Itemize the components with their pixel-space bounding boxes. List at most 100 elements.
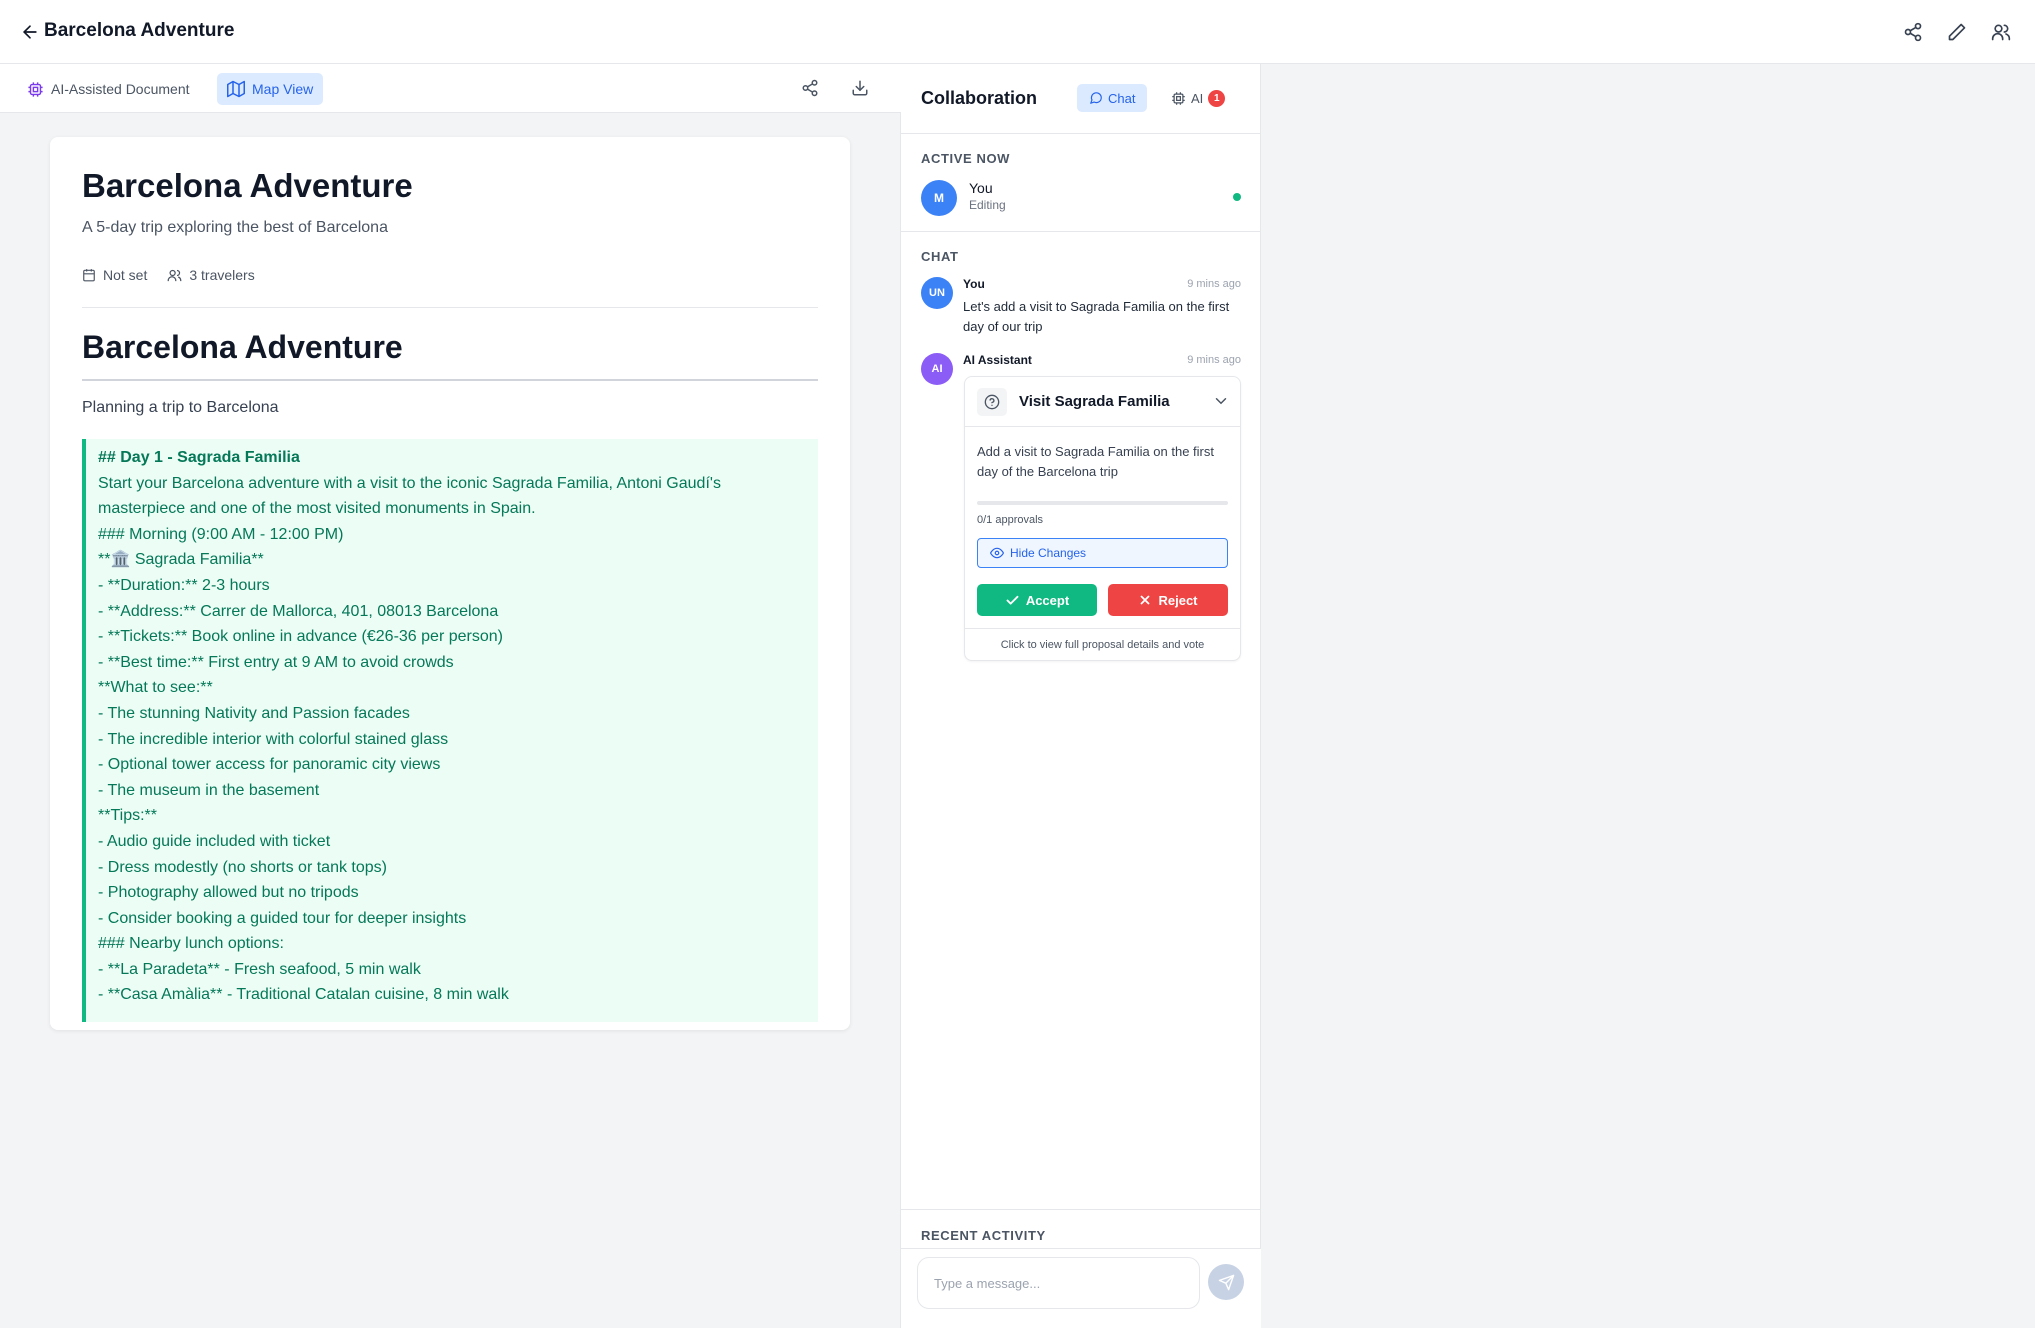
tab-map-view-label: Map View (252, 81, 314, 97)
eye-icon (990, 547, 1004, 559)
close-icon (1141, 595, 1150, 605)
diff-line: - Dress modestly (no shorts or tank tops… (98, 858, 387, 876)
send-button[interactable] (1208, 1264, 1244, 1300)
diff-line: ### Nearby lunch options: (98, 935, 284, 953)
hide-changes-label: Hide Changes (1010, 546, 1087, 560)
trip-travelers-value: 3 travelers (189, 267, 255, 283)
active-user: M You Editing (921, 178, 1241, 218)
proposal-header: Visit Sagrada Familia (965, 377, 1240, 427)
trip-date: Not set (82, 267, 147, 283)
online-indicator (1233, 193, 1241, 201)
avatar: AI (921, 353, 953, 385)
approval-progress-bar (977, 501, 1228, 505)
share-icon (802, 79, 818, 97)
message-author: You (963, 277, 985, 291)
document-share-button[interactable] (797, 75, 823, 101)
download-button[interactable] (847, 75, 873, 101)
trip-date-value: Not set (103, 267, 148, 283)
diff-line: - The incredible interior with colorful … (98, 730, 449, 748)
message-text: Let's add a visit to Sagrada Familia on … (963, 299, 1230, 334)
pencil-icon (1948, 23, 1966, 41)
proposed-change-block: ## Day 1 - Sagrada Familia Start your Ba… (82, 439, 818, 1022)
document-heading: Barcelona Adventure (82, 329, 403, 365)
diff-line: Start your Barcelona adventure with a vi… (98, 474, 721, 492)
collaboration-header: Collaboration Chat AI 1 (901, 64, 1261, 134)
document-card: Barcelona Adventure A 5-day trip explori… (50, 137, 850, 1030)
chevron-down-icon (1215, 398, 1227, 405)
proposal-title: Visit Sagrada Familia (1019, 393, 1170, 410)
active-user-status: Editing (969, 198, 1006, 212)
diff-line: - Optional tower access for panoramic ci… (98, 756, 441, 774)
message-author: AI Assistant (963, 353, 1032, 367)
users-button[interactable] (1983, 16, 2019, 48)
diff-line: masterpiece and one of the most visited … (98, 500, 536, 518)
reject-button[interactable]: Reject (1108, 584, 1228, 616)
document-toolbar: AI-Assisted Document Map View (0, 64, 901, 113)
page-title: Barcelona Adventure (44, 20, 235, 41)
chat-message: UN You 9 mins ago Let's add a visit to S… (921, 277, 1241, 337)
collapse-button[interactable] (1212, 392, 1230, 415)
tab-ai-label: AI (1191, 90, 1204, 106)
diff-line: - Photography allowed but no tripods (98, 884, 359, 902)
diff-line: - **Address:** Carrer de Mallorca, 401, … (98, 602, 499, 620)
empty-workspace (1261, 64, 2035, 1328)
back-button[interactable] (16, 18, 44, 46)
tab-map-view[interactable]: Map View (217, 73, 324, 105)
diff-line: - **Tickets:** Book online in advance (€… (98, 628, 503, 646)
tab-ai[interactable]: AI 1 (1163, 84, 1233, 112)
avatar: M (921, 180, 957, 216)
reject-label: Reject (1158, 592, 1198, 608)
chat-label: CHAT (921, 249, 959, 264)
top-bar: Barcelona Adventure (0, 0, 2035, 64)
divider (901, 231, 1261, 232)
edit-button[interactable] (1939, 16, 1975, 48)
heading-underline (82, 379, 818, 381)
tab-ai-document-label: AI-Assisted Document (51, 81, 190, 97)
diff-line: - **Duration:** 2-3 hours (98, 576, 270, 594)
calendar-icon (83, 269, 95, 282)
collaboration-title: Collaboration (921, 88, 1037, 108)
tab-ai-document[interactable]: AI-Assisted Document (17, 73, 200, 105)
trip-travelers: 3 travelers (167, 267, 255, 283)
cpu-icon (28, 81, 43, 97)
hide-changes-button[interactable]: Hide Changes (977, 538, 1228, 568)
chat-bubble-icon (1090, 92, 1102, 104)
diff-line: - **Best time:** First entry at 9 AM to … (98, 653, 454, 671)
diff-line: - **Casa Amàlia** - Traditional Catalan … (98, 986, 509, 1004)
cpu-icon (1172, 91, 1185, 105)
document-intro: Planning a trip to Barcelona (82, 399, 279, 416)
document-title: Barcelona Adventure (82, 167, 413, 204)
proposal-card[interactable]: Visit Sagrada Familia Add a visit to Sag… (964, 376, 1241, 661)
diff-line: ## Day 1 - Sagrada Familia (98, 449, 300, 466)
diff-line: - **La Paradeta** - Fresh seafood, 5 min… (98, 960, 421, 978)
active-user-name: You (969, 180, 993, 196)
diff-line: - Audio guide included with ticket (98, 832, 331, 850)
tab-chat[interactable]: Chat (1077, 84, 1148, 112)
accept-button[interactable]: Accept (977, 584, 1097, 616)
active-now-label: ACTIVE NOW (921, 151, 1011, 166)
divider (901, 1209, 1261, 1210)
share-button[interactable] (1895, 16, 1931, 48)
recent-activity-label: RECENT ACTIVITY (921, 1228, 1046, 1243)
diff-line: - The stunning Nativity and Passion faca… (98, 704, 410, 722)
diff-line: ### Morning (9:00 AM - 12:00 PM) (98, 525, 344, 543)
users-icon (1991, 24, 2011, 41)
users-icon (167, 269, 182, 281)
message-composer (901, 1248, 1261, 1328)
divider (82, 307, 818, 308)
download-icon (852, 80, 868, 96)
tab-chat-label: Chat (1108, 90, 1136, 106)
message-input[interactable] (917, 1257, 1200, 1309)
header-actions (1895, 16, 2019, 48)
diff-line: **🏛️ Sagrada Familia** (98, 551, 264, 569)
diff-line: - The museum in the basement (98, 781, 320, 799)
proposal-details-link[interactable]: Click to view full proposal details and … (965, 628, 1240, 660)
ai-notification-badge: 1 (1208, 89, 1226, 107)
diff-line: **Tips:** (98, 807, 157, 825)
arrow-left-icon (23, 25, 37, 39)
question-icon (977, 388, 1007, 416)
document-meta: Not set 3 travelers (82, 267, 255, 283)
document-pane: AI-Assisted Document Map View Barcelona … (0, 64, 901, 1328)
document-subtitle: A 5-day trip exploring the best of Barce… (82, 219, 388, 236)
send-icon (1218, 1274, 1234, 1290)
